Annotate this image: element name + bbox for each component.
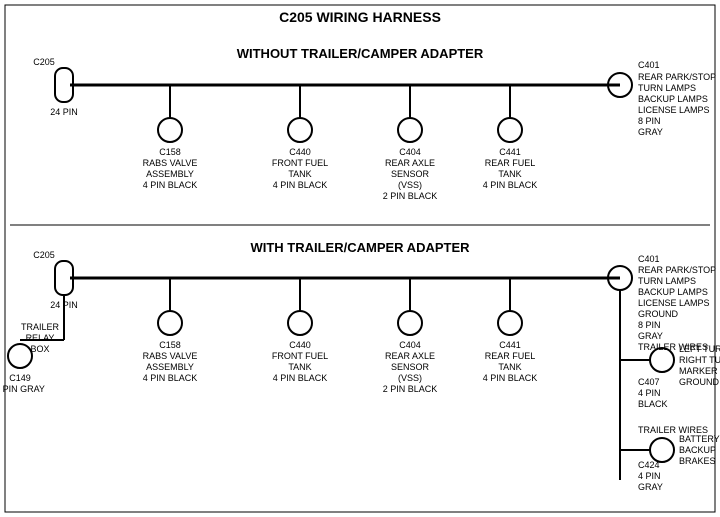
bottom-c407-color: BLACK [638, 399, 668, 409]
bottom-c440-line1: FRONT FUEL [272, 351, 328, 361]
bottom-c401-label: C401 [638, 254, 660, 264]
bottom-c424-connector [650, 438, 674, 462]
bottom-c407-label: C407 [638, 377, 660, 387]
bottom-c407-desc5: GROUND [679, 377, 719, 387]
top-c158-line3: 4 PIN BLACK [143, 180, 198, 190]
bottom-c441-line3: 4 PIN BLACK [483, 373, 538, 383]
top-c401-desc3: BACKUP LAMPS [638, 94, 708, 104]
bottom-c401-desc3: BACKUP LAMPS [638, 287, 708, 297]
bottom-trailer-relay-label: TRAILER [21, 322, 60, 332]
bottom-c404-line4: 2 PIN BLACK [383, 384, 438, 394]
bottom-c404-line3: (VSS) [398, 373, 422, 383]
bottom-c440-line3: 4 PIN BLACK [273, 373, 328, 383]
bottom-c424-label: C424 [638, 460, 660, 470]
bottom-c424-desc2: BATTERY CHARGE [679, 434, 720, 444]
bottom-c401-desc4: LICENSE LAMPS [638, 298, 710, 308]
bottom-c401-desc2: TURN LAMPS [638, 276, 696, 286]
bottom-c401-pins: 8 PIN [638, 320, 661, 330]
bottom-c440-label: C440 [289, 340, 311, 350]
top-c440-line3: 4 PIN BLACK [273, 180, 328, 190]
bottom-c424-color: GRAY [638, 482, 663, 492]
bottom-section-title: WITH TRAILER/CAMPER ADAPTER [250, 240, 470, 255]
bottom-c404-line1: REAR AXLE [385, 351, 435, 361]
bottom-c401-desc5: GROUND [638, 309, 678, 319]
bottom-c158-line2: ASSEMBLY [146, 362, 194, 372]
bottom-c441-connector [498, 311, 522, 335]
top-c401-desc2: TURN LAMPS [638, 83, 696, 93]
bottom-c205-label: C205 [33, 250, 55, 260]
bottom-c149-label: C149 [9, 373, 31, 383]
bottom-c424-desc3: BACKUP [679, 445, 716, 455]
top-c158-line1: RABS VALVE [143, 158, 198, 168]
top-c404-connector [398, 118, 422, 142]
top-c440-line2: TANK [288, 169, 311, 179]
top-c205-label: C205 [33, 57, 55, 67]
top-c404-line3: (VSS) [398, 180, 422, 190]
bottom-c404-connector [398, 311, 422, 335]
bottom-c424-desc4: BRAKES [679, 456, 716, 466]
bottom-c424-pins: 4 PIN [638, 471, 661, 481]
top-c404-line4: 2 PIN BLACK [383, 191, 438, 201]
bottom-c404-label: C404 [399, 340, 421, 350]
bottom-c158-label: C158 [159, 340, 181, 350]
top-c158-label: C158 [159, 147, 181, 157]
top-c401-desc1: REAR PARK/STOP [638, 72, 716, 82]
bottom-c158-line1: RABS VALVE [143, 351, 198, 361]
top-section-title: WITHOUT TRAILER/CAMPER ADAPTER [237, 46, 484, 61]
top-c158-connector [158, 118, 182, 142]
top-c404-line2: SENSOR [391, 169, 430, 179]
bottom-c441-line2: TANK [498, 362, 521, 372]
top-c440-line1: FRONT FUEL [272, 158, 328, 168]
page-title: C205 WIRING HARNESS [279, 9, 441, 25]
bottom-c441-line1: REAR FUEL [485, 351, 536, 361]
top-c440-connector [288, 118, 312, 142]
top-c401-color: GRAY [638, 127, 663, 137]
bottom-trailer-relay-label3: BOX [30, 344, 49, 354]
top-c401-pins: 8 PIN [638, 116, 661, 126]
top-c441-line1: REAR FUEL [485, 158, 536, 168]
top-c401-desc4: LICENSE LAMPS [638, 105, 710, 115]
top-c440-label: C440 [289, 147, 311, 157]
bottom-c407-pins: 4 PIN [638, 388, 661, 398]
bottom-c441-label: C441 [499, 340, 521, 350]
bottom-c149-connector [8, 344, 32, 368]
bottom-c404-line2: SENSOR [391, 362, 430, 372]
top-c158-line2: ASSEMBLY [146, 169, 194, 179]
top-c441-line2: TANK [498, 169, 521, 179]
diagram-container: C205 WIRING HARNESS WITHOUT TRAILER/CAMP… [0, 0, 720, 517]
bottom-c158-connector [158, 311, 182, 335]
top-c205-pins: 24 PIN [50, 107, 78, 117]
bottom-c407-desc4: MARKER [679, 366, 718, 376]
bottom-trailer-relay-label2: RELAY [26, 333, 55, 343]
bottom-c407-desc2: LEFT TURN [679, 344, 720, 354]
top-c441-label: C441 [499, 147, 521, 157]
bottom-c440-connector [288, 311, 312, 335]
top-c401-label: C401 [638, 60, 660, 70]
bottom-c440-line2: TANK [288, 362, 311, 372]
bottom-c158-line3: 4 PIN BLACK [143, 373, 198, 383]
top-c441-line3: 4 PIN BLACK [483, 180, 538, 190]
bottom-c407-desc3: RIGHT TURN [679, 355, 720, 365]
top-c404-label: C404 [399, 147, 421, 157]
bottom-c149-pins: 4 PIN GRAY [0, 384, 45, 394]
top-c404-line1: REAR AXLE [385, 158, 435, 168]
top-c441-connector [498, 118, 522, 142]
bottom-c401-desc1: REAR PARK/STOP [638, 265, 716, 275]
bottom-c401-color: GRAY [638, 331, 663, 341]
